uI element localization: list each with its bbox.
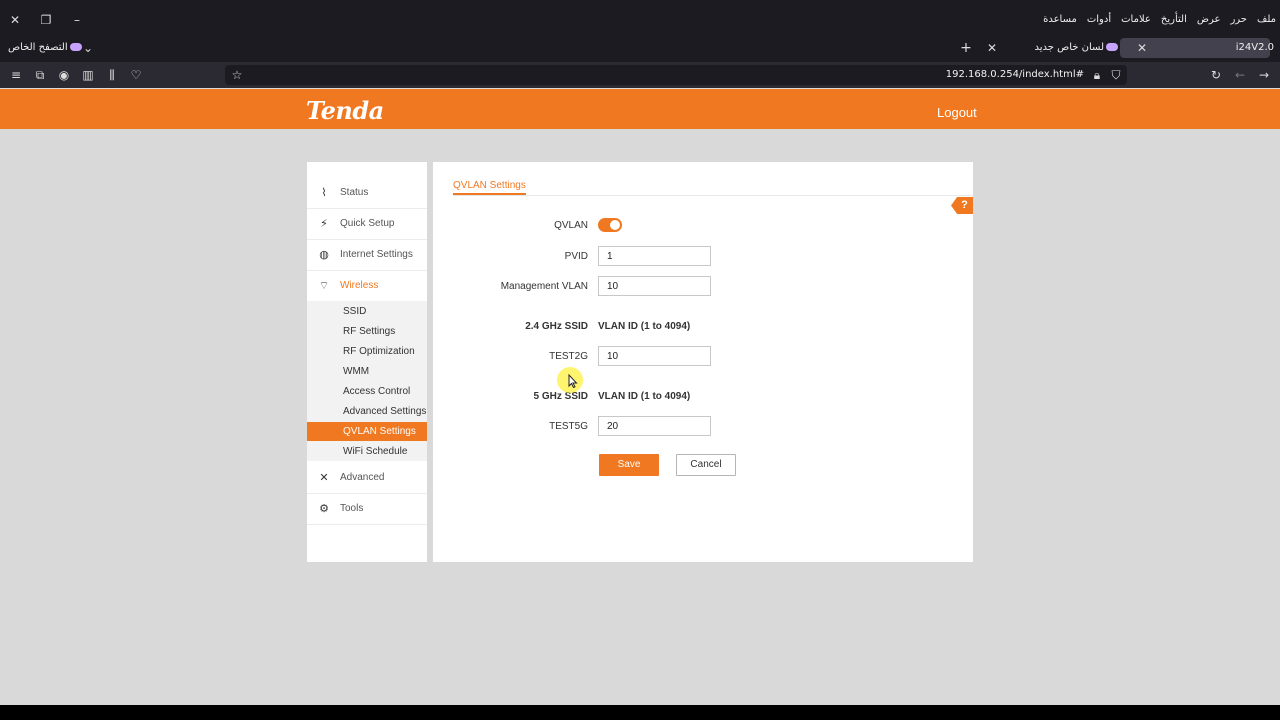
tools-icon: ✕ (319, 471, 329, 484)
sidebar-item-tools[interactable]: ⚙︎ Tools (307, 493, 427, 524)
sidebar-item-quick-setup[interactable]: ⚡︎ Quick Setup (307, 208, 427, 239)
mouse-cursor-icon (568, 374, 578, 388)
browser-menu-bar: ملف حرر عرض التأريخ علامات أدوات مساعدة (1043, 14, 1276, 25)
url-text[interactable]: 192.168.0.254/index.html# (946, 69, 1084, 80)
back-icon[interactable]: ← (1233, 68, 1247, 82)
gears-icon: ⚙︎ (319, 502, 329, 515)
toggle-knob (610, 220, 620, 230)
account-icon[interactable]: ◉ (57, 68, 71, 82)
wifi-icon: ⌔ (318, 279, 330, 292)
sub-item-rf-settings[interactable]: RF Settings (307, 322, 427, 341)
shield-icon[interactable]: ⛉ (1109, 68, 1123, 82)
pocket-icon[interactable]: ♡ (129, 68, 143, 82)
ssid24-header: 2.4 GHz SSID (525, 321, 588, 332)
sub-item-rf-optimization[interactable]: RF Optimization (307, 342, 427, 361)
menu-tools[interactable]: أدوات (1087, 14, 1111, 25)
vlan-id-header-5: VLAN ID (1 to 4094) (598, 391, 691, 402)
menu-help[interactable]: مساعدة (1043, 14, 1077, 25)
sub-item-ssid[interactable]: SSID (307, 302, 427, 321)
tab-active-title: i24V2.0 (1235, 42, 1274, 53)
save-button[interactable]: Save (599, 454, 659, 476)
screen-bottom-bar (0, 705, 1280, 720)
new-tab-icon[interactable]: + (959, 41, 973, 55)
menu-bookmarks[interactable]: علامات (1121, 14, 1151, 25)
menu-edit[interactable]: حرر (1230, 14, 1247, 25)
router-header (0, 89, 1280, 129)
ssid-test5g-vlan-input[interactable]: 20 (598, 416, 711, 436)
wireless-submenu: SSID RF Settings RF Optimization WMM Acc… (307, 301, 427, 461)
sidebar-item-internet-settings[interactable]: ◍ Internet Settings (307, 239, 427, 270)
menu-view[interactable]: عرض (1197, 14, 1221, 25)
forward-icon[interactable]: → (1257, 68, 1271, 82)
lightning-icon: ⚡︎ (320, 217, 328, 230)
ssid-test2g-label: TEST2G (549, 351, 588, 362)
logout-link[interactable]: Logout (937, 105, 977, 120)
sidebar-item-status[interactable]: ⌇ Status (307, 177, 427, 208)
private-mask-icon (1106, 43, 1118, 51)
management-vlan-label: Management VLAN (500, 281, 588, 292)
tenda-logo: Tenda (306, 96, 384, 125)
qvlan-toggle[interactable] (598, 218, 622, 232)
management-vlan-input[interactable]: 10 (598, 276, 711, 296)
ssid-test2g-vlan-input[interactable]: 10 (598, 346, 711, 366)
bookmark-star-icon[interactable]: ☆ (230, 68, 244, 82)
cancel-button[interactable]: Cancel (676, 454, 736, 476)
sidebar-item-advanced[interactable]: ✕ Advanced (307, 462, 427, 493)
qvlan-panel: QVLAN Settings ? QVLAN PVID 1 Management… (433, 162, 973, 562)
restore-window-icon[interactable]: ❐ (39, 13, 53, 27)
menu-history[interactable]: التأريخ (1161, 14, 1187, 25)
help-icon[interactable]: ? (951, 197, 973, 214)
divider (307, 524, 427, 525)
pvid-label: PVID (564, 251, 588, 262)
sub-item-access-control[interactable]: Access Control (307, 382, 427, 401)
globe-icon: ◍ (319, 248, 329, 261)
minimize-window-icon[interactable]: – (70, 13, 84, 27)
tab-list-chevron-icon[interactable]: ⌄ (81, 41, 95, 55)
sub-item-wifi-schedule[interactable]: WiFi Schedule (307, 442, 427, 461)
title-rule (453, 195, 973, 196)
tab-private-title[interactable]: لسان خاص جديد (1035, 42, 1121, 53)
tab-close-icon[interactable]: ✕ (1135, 41, 1149, 55)
qvlan-label: QVLAN (554, 220, 588, 231)
tab-close-icon[interactable]: ✕ (985, 41, 999, 55)
pvid-input[interactable]: 1 (598, 246, 711, 266)
ssid-test5g-label: TEST5G (549, 421, 588, 432)
sub-item-advanced-settings[interactable]: Advanced Settings (307, 402, 427, 421)
library-icon[interactable]: ⫼ (105, 68, 119, 82)
page-title: QVLAN Settings (453, 180, 526, 195)
private-mask-icon (69, 43, 82, 51)
sub-item-qvlan-settings[interactable]: QVLAN Settings (307, 422, 427, 441)
ssid5-header: 5 GHz SSID (533, 391, 588, 402)
lock-icon[interactable]: 🔒︎ (1090, 68, 1104, 82)
private-browsing-indicator: التصفح الخاص (8, 42, 84, 53)
sidebar-item-wireless[interactable]: ⌔ Wireless (307, 270, 427, 301)
pulse-icon: ⌇ (321, 186, 327, 199)
menu-file[interactable]: ملف (1257, 14, 1276, 25)
sub-item-wmm[interactable]: WMM (307, 362, 427, 381)
menu-icon[interactable]: ≡ (9, 68, 23, 82)
close-window-icon[interactable]: ✕ (8, 13, 22, 27)
vlan-id-header-24: VLAN ID (1 to 4094) (598, 321, 691, 332)
sidebar: ⌇ Status ⚡︎ Quick Setup ◍ Internet Setti… (307, 162, 427, 562)
sidebar-toggle-icon[interactable]: ▥ (81, 68, 95, 82)
reload-icon[interactable]: ↻ (1209, 68, 1223, 82)
extensions-icon[interactable]: ⧉ (33, 68, 47, 82)
